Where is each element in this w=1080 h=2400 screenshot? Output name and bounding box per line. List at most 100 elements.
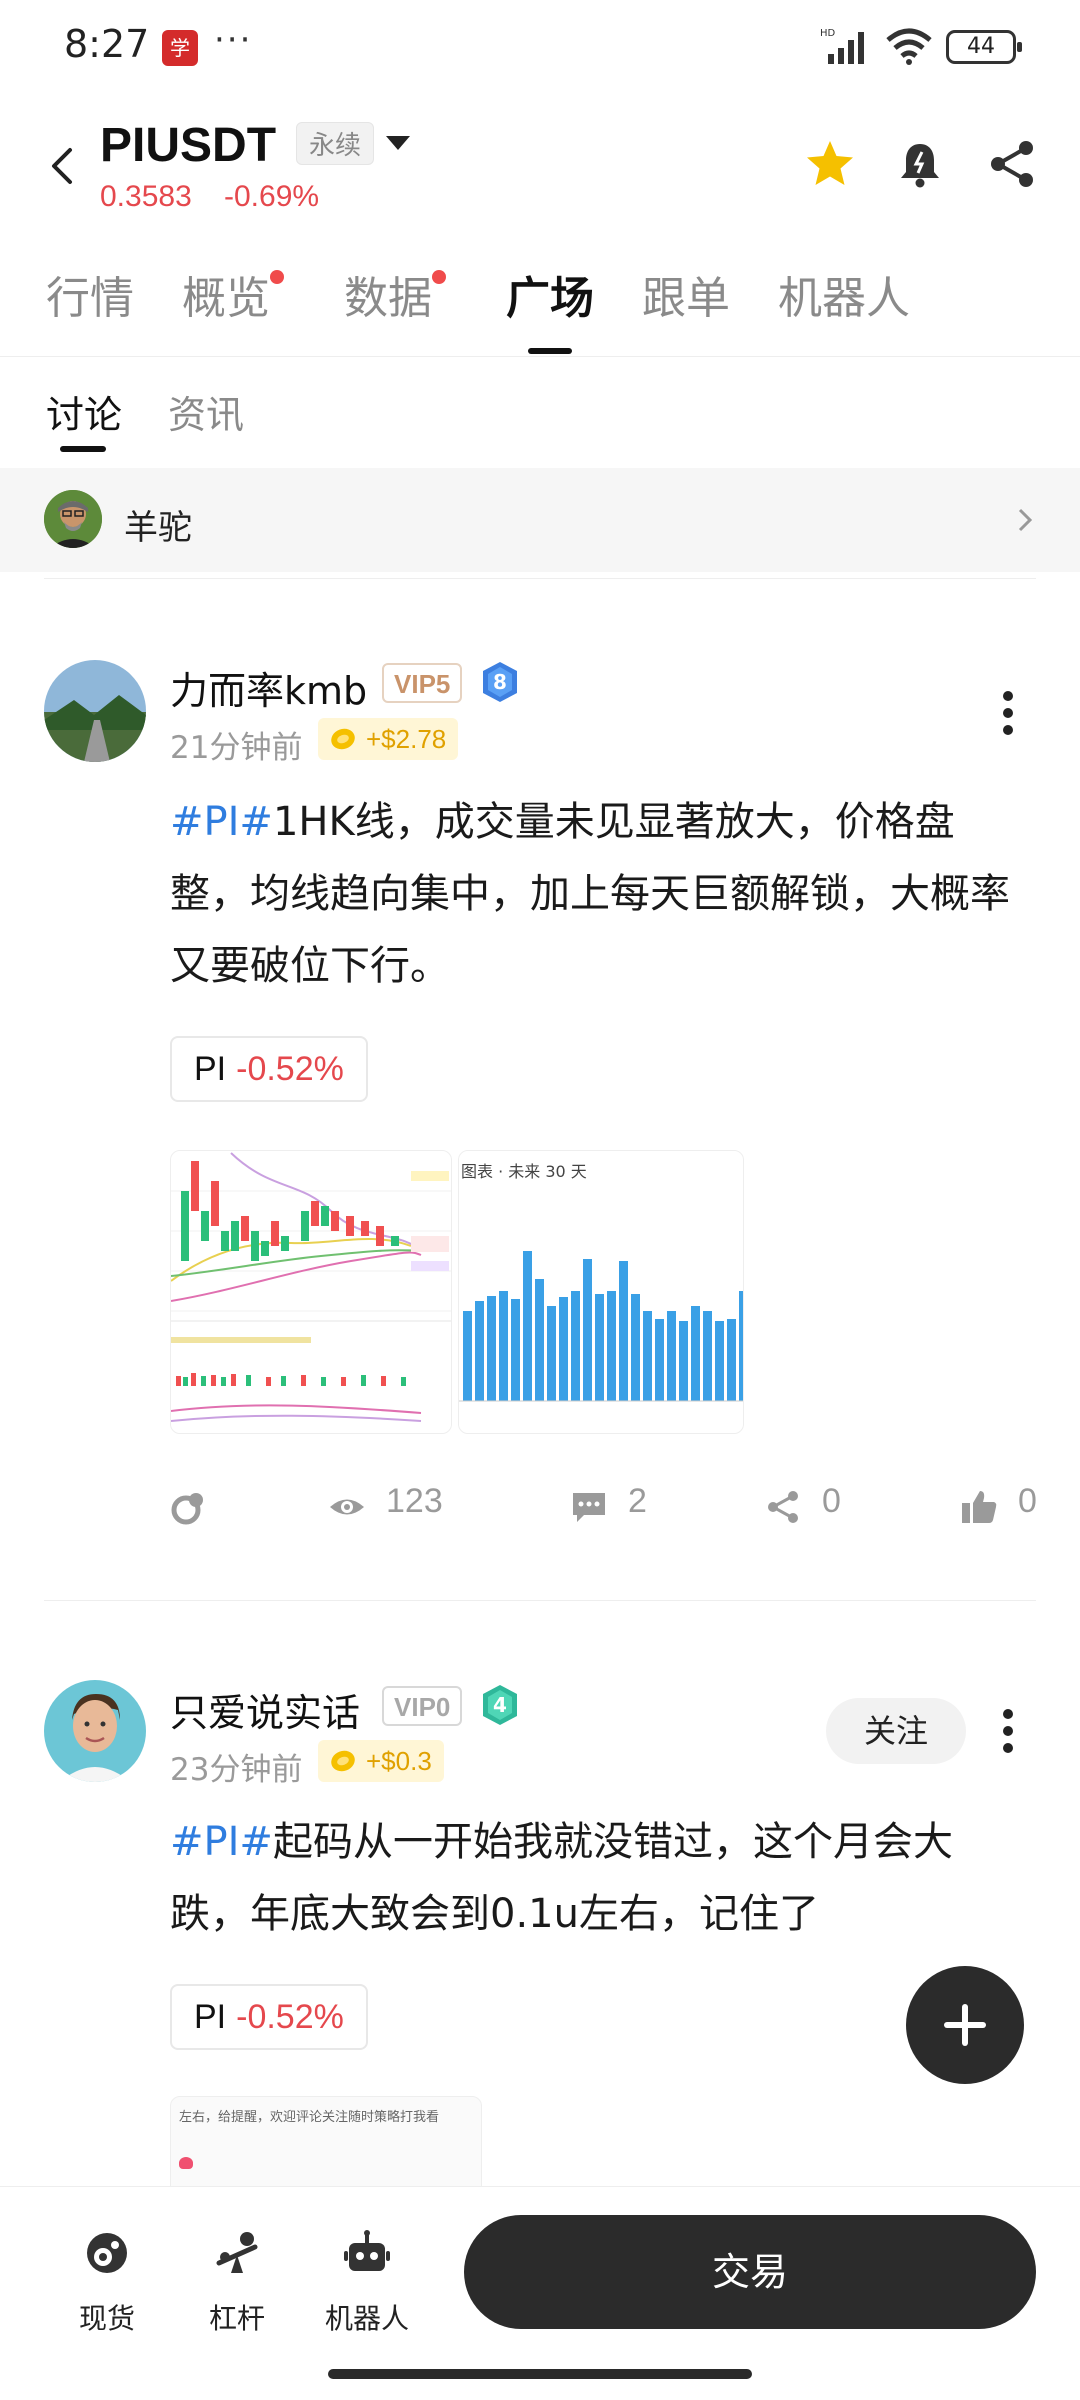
hashtag-link[interactable]: #PI#: [170, 799, 273, 845]
signal-icon: HD: [820, 28, 864, 64]
divider: [0, 356, 1080, 357]
leverage-icon: [216, 2232, 258, 2273]
post-text: 起码从一开始我就没错过，这个月会大跌，年底大致会到0.1u左右，记住了: [170, 1819, 953, 1937]
star-icon[interactable]: [802, 136, 858, 192]
repost-icon: [171, 1493, 203, 1525]
candlestick-chart-thumbnail: [171, 1151, 451, 1433]
bottom-bar: 现货 杠杆 机器人 交易: [0, 2186, 1080, 2400]
svg-text:HD: HD: [820, 28, 836, 39]
coin-change: -0.52%: [236, 1050, 344, 1088]
notification-dot: [270, 270, 284, 284]
author-name[interactable]: 力而率kmb: [170, 660, 367, 715]
author-name[interactable]: 只爱说实话: [170, 1682, 360, 1737]
tab-copy-trade[interactable]: 跟单: [642, 262, 730, 326]
thumbnail-title: 图表 · 未来 30 天: [461, 1162, 587, 1181]
post-image-screenshot[interactable]: 左右，给提醒，欢迎评论关注随时策略打我看: [170, 2096, 482, 2196]
tab-overview[interactable]: 概览: [182, 262, 284, 326]
vip-badge: VIP0: [382, 1686, 463, 1726]
post-actions: 123 2 0 0: [0, 1476, 1080, 1536]
nav-robot-label: 机器人: [324, 2302, 409, 2335]
alarm-bell-icon[interactable]: [892, 136, 948, 192]
active-subtab-indicator: [60, 446, 106, 452]
nav-robot[interactable]: 机器人: [312, 2229, 422, 2339]
coin-symbol: PI: [194, 1050, 227, 1088]
more-notifications-icon: ···: [214, 20, 253, 60]
app-notification-icon: 学: [162, 30, 198, 66]
active-tab-indicator: [528, 348, 572, 354]
nav-leverage[interactable]: 杠杆: [182, 2229, 292, 2339]
spot-icon: [87, 2233, 127, 2273]
coin-ticker-tag[interactable]: PI -0.52%: [170, 1036, 368, 1102]
coin-symbol: PI: [194, 1998, 227, 2036]
header: PIUSDT 永续 0.3583 -0.69%: [0, 110, 1080, 230]
status-bar: 8:27 学 ··· HD 44: [0, 0, 1080, 96]
price-change: -0.69%: [224, 180, 320, 213]
contract-type-tag: 永续: [296, 122, 375, 165]
home-indicator: [328, 2369, 752, 2379]
avatar[interactable]: [44, 660, 146, 762]
featured-user-banner[interactable]: 羊驼: [0, 468, 1080, 572]
tip-amount: +$2.78: [318, 718, 459, 760]
tab-square[interactable]: 广场: [506, 262, 594, 326]
chevron-right-icon[interactable]: [1014, 506, 1038, 534]
coin-ticker-tag[interactable]: PI -0.52%: [170, 1984, 368, 2050]
post-time: 21分钟前: [170, 730, 303, 766]
post-image-chart[interactable]: [170, 1150, 452, 1434]
follow-button[interactable]: 关注: [826, 1698, 966, 1764]
avatar: [44, 490, 102, 548]
level-number: 4: [493, 1693, 507, 1717]
level-badge: 8: [483, 662, 517, 702]
coin-icon: [331, 1750, 355, 1772]
create-post-button[interactable]: [906, 1966, 1024, 2084]
tab-data-label: 数据: [344, 273, 432, 324]
level-number: 8: [493, 670, 507, 694]
comment-button[interactable]: 2: [570, 1476, 670, 1536]
comments-value: 2: [628, 1482, 647, 1520]
back-icon[interactable]: [44, 146, 84, 186]
trade-button[interactable]: 交易: [464, 2215, 1036, 2329]
nav-leverage-label: 杠杆: [208, 2302, 265, 2335]
battery-indicator: 44: [946, 30, 1022, 64]
subtab-discussion[interactable]: 讨论: [46, 384, 122, 439]
hashtag-link[interactable]: #PI#: [170, 1819, 273, 1865]
more-vertical-icon[interactable]: [996, 1706, 1020, 1756]
post-time: 23分钟前: [170, 1752, 303, 1788]
bar-chart-thumbnail: 图表 · 未来 30 天: [459, 1151, 743, 1433]
pair-title[interactable]: PIUSDT: [100, 118, 276, 173]
tip-value: +$0.3: [366, 1746, 432, 1776]
share-button[interactable]: 0: [764, 1476, 854, 1536]
divider: [44, 1600, 1036, 1601]
post-body[interactable]: #PI#1HK线，成交量未见显著放大，价格盘整，均线趋向集中，加上每天巨额解锁，…: [170, 786, 1020, 1002]
share-icon[interactable]: [984, 136, 1040, 192]
heart-icon: [179, 2157, 193, 2169]
notification-dot: [432, 270, 446, 284]
repost-button[interactable]: [170, 1476, 230, 1536]
level-badge: 4: [483, 1685, 517, 1725]
avatar[interactable]: [44, 1680, 146, 1782]
coin-change: -0.52%: [236, 1998, 344, 2036]
thumbs-up-icon: [962, 1491, 997, 1523]
main-tabs: 行情 概览 数据 广场 跟单 机器人: [0, 262, 1080, 354]
dropdown-caret-icon[interactable]: [386, 136, 410, 150]
more-vertical-icon[interactable]: [996, 688, 1020, 738]
divider: [44, 578, 1036, 579]
vip-badge: VIP5: [382, 663, 463, 703]
tab-market[interactable]: 行情: [46, 262, 134, 326]
coin-icon: [331, 728, 355, 750]
like-button[interactable]: 0: [960, 1476, 1050, 1536]
wifi-icon: [886, 28, 932, 65]
share-icon: [768, 1491, 798, 1523]
thumbnail-text: 左右，给提醒，欢迎评论关注随时策略打我看: [179, 2110, 440, 2125]
post-text: 1HK线，成交量未见显著放大，价格盘整，均线趋向集中，加上每天巨额解锁，大概率又…: [170, 799, 1010, 989]
tip-amount: +$0.3: [318, 1740, 444, 1782]
tab-data[interactable]: 数据: [344, 262, 446, 326]
tab-robot[interactable]: 机器人: [778, 262, 910, 326]
post-image-bar-chart[interactable]: 图表 · 未来 30 天: [458, 1150, 744, 1434]
shares-value: 0: [822, 1482, 841, 1520]
status-time: 8:27: [64, 22, 150, 66]
nav-spot[interactable]: 现货: [52, 2229, 162, 2339]
comment-icon: [573, 1493, 605, 1522]
views-value: 123: [386, 1482, 443, 1520]
post-body[interactable]: #PI#起码从一开始我就没错过，这个月会大跌，年底大致会到0.1u左右，记住了: [170, 1806, 1020, 1950]
subtab-news[interactable]: 资讯: [168, 384, 244, 439]
